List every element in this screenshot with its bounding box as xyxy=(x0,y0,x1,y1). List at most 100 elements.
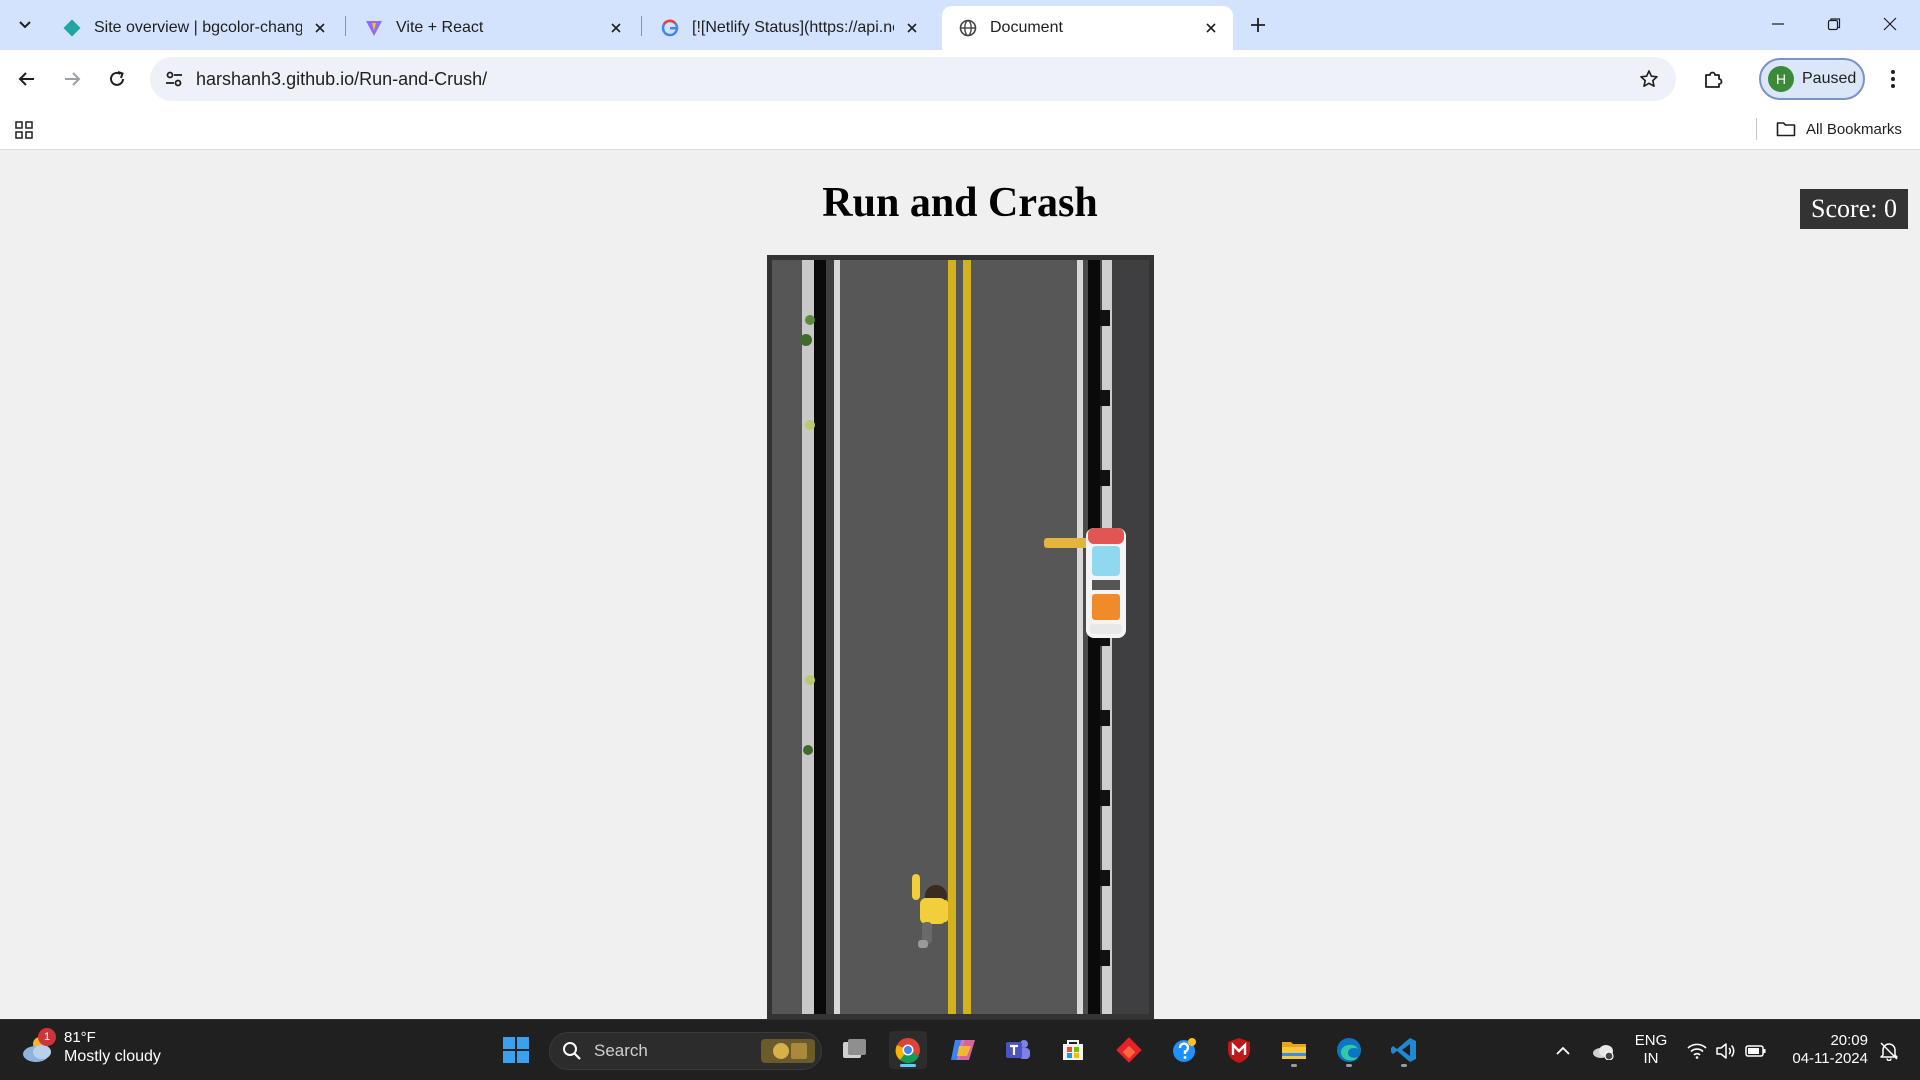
battery-icon[interactable] xyxy=(1742,1020,1770,1080)
right-white-line xyxy=(1077,260,1083,1014)
weather-widget[interactable]: 1 81°F Mostly cloudy xyxy=(20,1027,161,1067)
close-icon[interactable] xyxy=(310,18,330,38)
netlify-icon xyxy=(62,18,82,38)
browser-menu-button[interactable] xyxy=(1876,62,1910,96)
tab-separator xyxy=(641,16,642,36)
tab-title: Document xyxy=(990,19,1063,36)
page-content: Run and Crash Score: 0 xyxy=(0,151,1920,1019)
search-icon xyxy=(563,1042,581,1060)
all-bookmarks-button[interactable]: All Bookmarks xyxy=(1776,116,1902,142)
tab-title: [![Netlify Status](https://api.netlify xyxy=(692,19,894,36)
start-button[interactable] xyxy=(497,1031,535,1069)
search-highlight-icon xyxy=(761,1039,815,1063)
notification-icon[interactable] xyxy=(1874,1020,1904,1080)
new-tab-button[interactable] xyxy=(1243,10,1273,40)
wifi-icon[interactable] xyxy=(1684,1020,1710,1080)
road-center-band xyxy=(832,260,1082,1014)
score-display: Score: 0 xyxy=(1800,189,1908,229)
chrome-icon[interactable] xyxy=(889,1031,927,1069)
restore-button[interactable] xyxy=(1806,0,1862,48)
task-view-icon[interactable] xyxy=(835,1031,873,1069)
help-icon[interactable] xyxy=(1165,1031,1203,1069)
bookmarks-divider xyxy=(1756,118,1757,140)
url-host: harshanh3.github.io xyxy=(196,69,355,89)
browser-toolbar: harshanh3.github.io/Run-and-Crush/ H Pau… xyxy=(0,50,1920,108)
avatar: H xyxy=(1768,66,1794,92)
running-indicator xyxy=(1291,1064,1297,1067)
bookmark-star-button[interactable] xyxy=(1636,66,1662,92)
tab-search-button[interactable] xyxy=(10,10,40,40)
url-text[interactable]: harshanh3.github.io/Run-and-Crush/ xyxy=(196,69,487,90)
plus-icon xyxy=(1251,18,1265,32)
game-scene xyxy=(772,260,1149,1014)
git-app-icon[interactable] xyxy=(1110,1031,1148,1069)
tray-overflow-button[interactable] xyxy=(1552,1020,1574,1080)
address-bar[interactable]: harshanh3.github.io/Run-and-Crush/ xyxy=(150,57,1676,101)
weather-temp: 81°F xyxy=(64,1029,96,1046)
running-indicator xyxy=(1401,1064,1407,1067)
page-title: Run and Crash xyxy=(822,180,1098,226)
minimize-button[interactable] xyxy=(1750,0,1806,48)
close-window-button[interactable] xyxy=(1862,0,1918,48)
puzzle-icon xyxy=(1705,71,1723,88)
clock-time: 20:09 xyxy=(1830,1032,1868,1049)
system-clock[interactable]: 20:09 04-11-2024 xyxy=(1784,1032,1868,1068)
taskbar: 1 81°F Mostly cloudy Search ENG IN 20:09… xyxy=(0,1019,1920,1080)
left-edge-gap xyxy=(826,260,834,1014)
chevron-down-icon xyxy=(19,21,31,29)
volume-icon[interactable] xyxy=(1712,1020,1738,1080)
search-label: Search xyxy=(594,1041,648,1060)
minimize-icon xyxy=(1772,23,1784,25)
tune-icon xyxy=(166,71,182,87)
kebab-menu-icon xyxy=(1891,70,1895,88)
tab-site-overview[interactable]: Site overview | bgcolor-changer xyxy=(46,6,342,50)
mcafee-icon[interactable] xyxy=(1220,1031,1258,1069)
tab-netlify-status[interactable]: [![Netlify Status](https://api.netlify xyxy=(644,6,934,50)
url-path: /Run-and-Crush/ xyxy=(354,69,488,89)
apps-button[interactable] xyxy=(10,116,38,144)
close-icon[interactable] xyxy=(606,18,626,38)
vite-icon xyxy=(364,18,384,38)
onedrive-icon[interactable] xyxy=(1588,1020,1618,1080)
store-icon[interactable] xyxy=(1054,1031,1092,1069)
reload-button[interactable] xyxy=(100,62,134,96)
globe-icon xyxy=(958,18,978,38)
weather-condition: Mostly cloudy xyxy=(64,1048,161,1065)
weather-cloud-icon: 1 xyxy=(20,1027,56,1066)
site-info-button[interactable] xyxy=(160,65,188,93)
profile-button[interactable]: H Paused xyxy=(1759,58,1865,100)
arrow-left-icon xyxy=(18,72,34,86)
center-yellow-line-a xyxy=(948,260,956,1014)
taskbar-search[interactable]: Search xyxy=(549,1032,822,1070)
arrow-right-icon xyxy=(65,72,81,86)
google-icon xyxy=(660,18,680,38)
clock-date: 04-11-2024 xyxy=(1792,1050,1868,1067)
star-icon xyxy=(1640,70,1658,87)
close-icon xyxy=(1883,17,1897,31)
tab-separator xyxy=(345,16,346,36)
weather-badge: 1 xyxy=(38,1027,56,1046)
chevron-up-icon xyxy=(1556,1046,1570,1055)
teams-icon[interactable] xyxy=(999,1031,1037,1069)
tab-vite-react[interactable]: Vite + React xyxy=(348,6,638,50)
windows-logo-icon xyxy=(503,1037,529,1063)
extensions-button[interactable] xyxy=(1696,62,1730,96)
input-language[interactable]: ENG IN xyxy=(1632,1032,1670,1068)
running-indicator xyxy=(1346,1064,1352,1067)
restore-icon xyxy=(1827,18,1841,31)
language-code: ENG xyxy=(1634,1032,1668,1049)
game-canvas[interactable] xyxy=(767,255,1154,1019)
back-button[interactable] xyxy=(10,62,44,96)
copilot-icon[interactable] xyxy=(944,1031,982,1069)
close-icon[interactable] xyxy=(902,18,922,38)
close-icon[interactable] xyxy=(1201,18,1221,38)
tab-document[interactable]: Document xyxy=(942,6,1233,50)
edge-icon[interactable] xyxy=(1330,1031,1368,1069)
file-explorer-icon[interactable] xyxy=(1275,1031,1313,1069)
apps-grid-icon xyxy=(15,121,33,139)
bookmarks-bar: All Bookmarks xyxy=(0,108,1920,150)
left-curb xyxy=(802,260,814,1014)
left-edge-black xyxy=(814,260,826,1014)
vscode-icon[interactable] xyxy=(1385,1031,1423,1069)
forward-button[interactable] xyxy=(55,62,89,96)
